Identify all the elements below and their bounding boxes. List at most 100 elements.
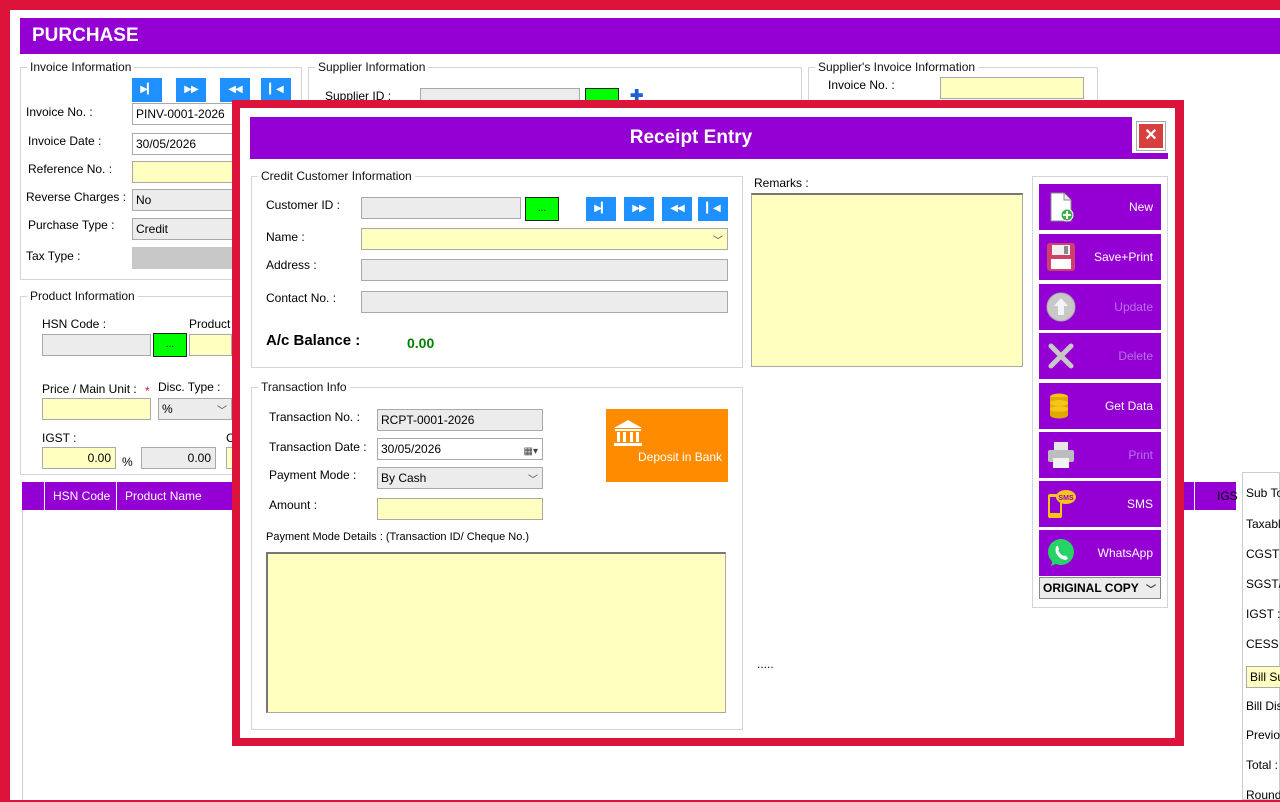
receipt-nav-first-button[interactable]: ▎◀ — [698, 197, 728, 221]
payment-mode-value: By Cash — [381, 471, 427, 485]
floppy-disk-icon — [1047, 243, 1075, 271]
close-icon: ✕ — [1144, 127, 1158, 144]
tax-type-label: Tax Type : — [26, 249, 81, 263]
required-mark: * — [145, 384, 150, 398]
sms-label: SMS — [1126, 497, 1153, 511]
invoice-no-field[interactable]: PINV-0001-2026 — [132, 103, 242, 125]
tax-type-select[interactable] — [132, 247, 242, 269]
price-field[interactable] — [42, 398, 151, 420]
product-label: Product — [189, 317, 231, 331]
chevron-down-icon: ﹀ — [217, 406, 227, 417]
purchase-type-label: Purchase Type : — [28, 218, 115, 232]
second-amount-field[interactable]: 0.00 — [141, 447, 216, 469]
disc-type-select[interactable]: % ﹀ — [158, 398, 232, 420]
close-button[interactable]: ✕ — [1136, 121, 1166, 151]
invoice-date-label: Invoice Date : — [28, 134, 102, 148]
printer-icon — [1048, 442, 1074, 468]
payment-mode-label: Payment Mode : — [269, 468, 357, 482]
whatsapp-button[interactable]: WhatsApp — [1039, 530, 1161, 576]
sms-phone-icon: SMS — [1048, 490, 1076, 518]
save-print-button[interactable]: Save+Print — [1039, 234, 1161, 280]
hsn-code-field[interactable] — [42, 334, 151, 356]
total-label-bill-disc: Bill Dis — [1246, 699, 1280, 713]
new-button[interactable]: New — [1039, 184, 1161, 230]
grid-col-product-name[interactable]: Product Name — [116, 482, 232, 510]
customer-id-field[interactable] — [361, 197, 521, 219]
save-print-label: Save+Print — [1093, 250, 1153, 264]
get-data-button[interactable]: Get Data — [1039, 383, 1161, 429]
reference-no-field[interactable] — [132, 161, 242, 183]
deposit-in-bank-button[interactable]: Deposit in Bank — [606, 409, 728, 482]
whatsapp-icon — [1048, 539, 1074, 566]
product-field[interactable] — [189, 334, 232, 356]
transaction-no-field[interactable]: RCPT-0001-2026 — [377, 409, 543, 431]
hsn-browse-button[interactable]: ... — [153, 333, 187, 357]
copy-type-value: ORIGINAL COPY — [1043, 581, 1139, 595]
address-label: Address : — [266, 258, 317, 272]
database-icon — [1050, 393, 1068, 419]
update-button[interactable]: Update — [1039, 284, 1161, 330]
receipt-nav-last-button[interactable]: ▶▎ — [586, 197, 616, 221]
igst-label: IGST : — [42, 431, 77, 445]
amount-field[interactable] — [377, 498, 543, 520]
customer-browse-button[interactable]: ... — [525, 197, 559, 221]
new-document-icon — [1050, 192, 1074, 222]
delete-x-icon — [1048, 343, 1074, 369]
sms-button[interactable]: SMS SMS — [1039, 481, 1161, 527]
get-data-label: Get Data — [1104, 399, 1153, 413]
items-grid-header: HSN Code Product Name — [22, 482, 232, 510]
invoice-info-legend: Invoice Information — [30, 60, 132, 74]
supplier-info-legend: Supplier Information — [318, 60, 426, 74]
total-label-previous: Previou — [1246, 728, 1280, 742]
print-button[interactable]: Print — [1039, 432, 1161, 478]
grid-col-igst[interactable]: IGS — [1194, 482, 1238, 510]
remarks-label: Remarks : — [754, 176, 809, 190]
purchase-type-select[interactable]: Credit — [132, 218, 242, 240]
chevron-down-icon: ﹀ — [528, 475, 538, 486]
payment-mode-select[interactable]: By Cash ﹀ — [377, 467, 543, 489]
copy-type-select[interactable]: ORIGINAL COPY ﹀ — [1039, 577, 1161, 599]
disc-type-value: % — [162, 402, 173, 416]
total-label-bill-sum: Bill Su — [1246, 666, 1280, 688]
contact-field[interactable] — [361, 291, 728, 313]
nav-first-button[interactable]: ▎◀ — [261, 78, 291, 102]
delete-button[interactable]: Delete — [1039, 333, 1161, 379]
product-info-legend: Product Information — [30, 289, 135, 303]
reference-no-label: Reference No. : — [28, 162, 113, 176]
invoice-date-field[interactable]: 30/05/2026 — [132, 133, 242, 155]
contact-label: Contact No. : — [266, 291, 337, 305]
reverse-charges-label: Reverse Charges : — [26, 190, 127, 204]
supplier-invoice-no-field[interactable] — [940, 77, 1084, 99]
nav-prev-button[interactable]: ◀◀ — [220, 78, 250, 102]
nav-last-button[interactable]: ▶▎ — [132, 78, 162, 102]
print-label: Print — [1128, 448, 1153, 462]
price-label: Price / Main Unit : — [42, 382, 137, 396]
payment-details-textarea[interactable] — [266, 552, 726, 713]
upload-arrow-icon — [1046, 292, 1076, 322]
transaction-date-picker[interactable]: 30/05/2026 ▦▾ — [377, 438, 543, 460]
customer-id-label: Customer ID : — [266, 198, 341, 212]
total-label-sgst: SGST/U — [1246, 577, 1280, 591]
remarks-textarea[interactable] — [751, 193, 1023, 367]
dots-link[interactable]: ..... — [757, 657, 774, 671]
name-combobox[interactable]: ﹀ — [361, 228, 728, 250]
hsn-code-label: HSN Code : — [42, 317, 107, 331]
address-field[interactable] — [361, 259, 728, 281]
receipt-nav-next-button[interactable]: ▶▶ — [624, 197, 654, 221]
total-label-taxable: Taxabl — [1246, 517, 1280, 531]
supplier-invoice-legend: Supplier's Invoice Information — [818, 60, 976, 74]
reverse-charges-select[interactable]: No — [132, 189, 242, 211]
totals-panel: Sub To Taxabl CGST : SGST/U IGST : CESS … — [1242, 472, 1280, 802]
balance-value: 0.00 — [407, 335, 435, 351]
delete-label: Delete — [1118, 349, 1153, 363]
igst-field[interactable]: 0.00 — [42, 447, 116, 469]
supplier-invoice-no-label: Invoice No. : — [828, 78, 895, 92]
chevron-down-icon: ﹀ — [1146, 585, 1156, 596]
calendar-icon[interactable]: ▦▾ — [524, 442, 538, 459]
total-label-subtotal: Sub To — [1246, 486, 1280, 500]
transaction-info-legend: Transaction Info — [261, 380, 347, 394]
receipt-nav-prev-button[interactable]: ◀◀ — [662, 197, 692, 221]
items-grid-header-right: IGS — [1182, 482, 1238, 510]
invoice-no-label: Invoice No. : — [26, 105, 93, 119]
nav-next-button[interactable]: ▶▶ — [176, 78, 206, 102]
